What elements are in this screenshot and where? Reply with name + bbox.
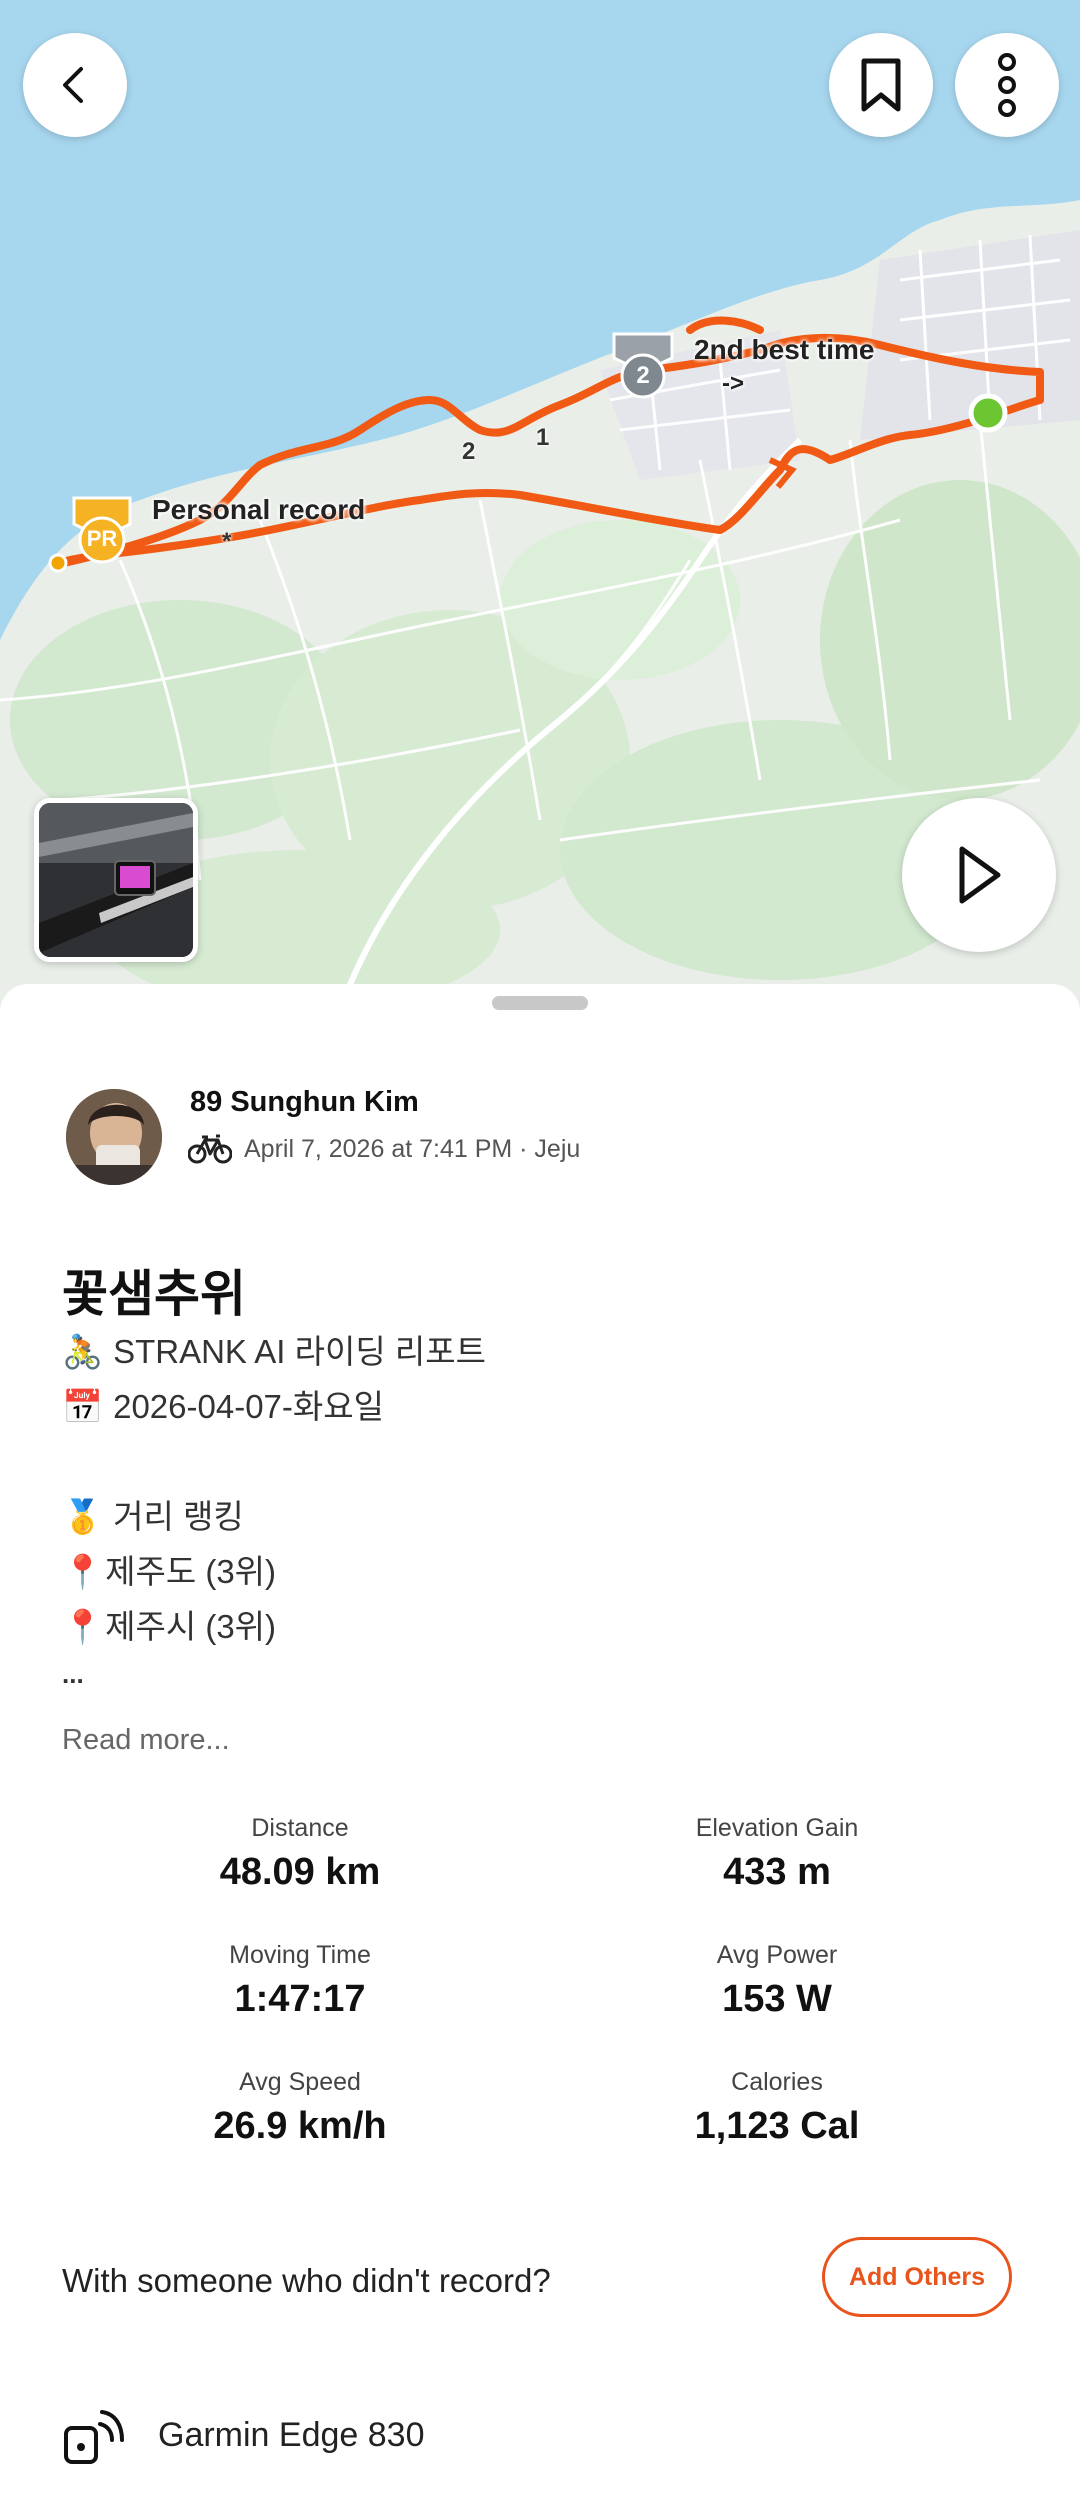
description-line: 📍 제주도 (3위) [62, 1544, 1022, 1599]
stat-label: Moving Time [229, 1941, 371, 1969]
medal-emoji-icon: 🥇 [62, 1498, 104, 1535]
second-best-badge-icon[interactable]: 2 [608, 330, 678, 402]
bicycle-icon [188, 1134, 232, 1164]
second-best-label: 2nd best time [694, 334, 875, 365]
stat-distance: Distance 48.09 km [80, 1814, 520, 1894]
bookmark-icon [861, 58, 901, 112]
activity-date-location: April 7, 2026 at 7:41 PM · Jeju [244, 1134, 581, 1163]
activity-description: 🚴 STRANK AI 라이딩 리포트 📅 2026-04-07-화요일 🥇 거리 랭… [62, 1324, 1022, 1694]
stat-value: 26.9 km/h [213, 2105, 387, 2147]
description-line: 📅 2026-04-07-화요일 [62, 1379, 1022, 1434]
stat-value: 153 W [722, 1978, 832, 2020]
read-more-link[interactable]: Read more... [62, 1724, 230, 1757]
stat-calories: Calories 1,123 Cal [557, 2068, 997, 2148]
description-blank-line [62, 1434, 1022, 1489]
stat-value: 1,123 Cal [694, 2105, 860, 2147]
device-name: Garmin Edge 830 [158, 2415, 425, 2454]
activity-detail-sheet: 89 Sunghun Kim April 7, 2026 at 7:41 PM … [0, 984, 1080, 2507]
device-signal-icon [64, 2410, 124, 2464]
stat-label: Avg Power [716, 1941, 838, 1969]
activity-photo-thumbnail[interactable] [34, 798, 198, 962]
play-icon [959, 846, 1001, 904]
stat-moving-time: Moving Time 1:47:17 [80, 1941, 520, 2021]
stat-label: Avg Speed [239, 2068, 361, 2096]
lap-marker-2: 2 [462, 438, 476, 465]
stat-avg-speed: Avg Speed 26.9 km/h [80, 2068, 520, 2148]
direction-arrow-label: -> [722, 370, 745, 397]
lap-marker-1: 1 [536, 424, 550, 451]
description-ellipsis: ... [62, 1654, 1022, 1694]
play-flyover-button[interactable] [902, 798, 1056, 952]
star-marker: * [222, 528, 232, 555]
pr-badge-text: PR [86, 526, 118, 551]
description-line: 🚴 STRANK AI 라이딩 리포트 [62, 1324, 1022, 1379]
stat-elevation-gain: Elevation Gain 433 m [557, 1814, 997, 1894]
more-vertical-icon [998, 53, 1016, 117]
avatar[interactable] [66, 1089, 162, 1185]
activity-title: 꽃샘추위 [62, 1266, 246, 1322]
bookmark-button[interactable] [829, 33, 933, 137]
back-button[interactable] [23, 33, 127, 137]
description-text: STRANK AI 라이딩 리포트 [113, 1333, 486, 1370]
pr-badge-icon[interactable]: PR [66, 494, 138, 566]
with-others-prompt: With someone who didn't record? [62, 2262, 551, 2299]
add-others-button[interactable]: Add Others [822, 2237, 1012, 2317]
stat-avg-power: Avg Power 153 W [557, 1941, 997, 2021]
description-line: 🥇 거리 랭킹 [62, 1489, 1022, 1544]
personal-record-label: Personal record [152, 494, 366, 525]
route-map[interactable]: PR Personal record * 2 1 2 2nd best time… [0, 0, 1080, 1010]
more-options-button[interactable] [955, 33, 1059, 137]
description-line: 📍 제주시 (3위) [62, 1599, 1022, 1654]
bike-rider-emoji-icon: 🚴 [62, 1333, 104, 1370]
bike-computer-photo [39, 803, 193, 957]
chevron-left-icon [63, 67, 83, 103]
stat-value: 48.09 km [219, 1851, 381, 1893]
device-row[interactable]: Garmin Edge 830 [62, 2404, 425, 2466]
stat-value: 1:47:17 [234, 1978, 366, 2020]
stat-label: Calories [731, 2068, 823, 2096]
stat-label: Elevation Gain [695, 1814, 859, 1842]
description-text: ... [62, 1658, 84, 1689]
description-text: 제주도 (3위) [105, 1553, 277, 1590]
calendar-emoji-icon: 📅 [62, 1388, 104, 1425]
pin-emoji-icon: 📍 [62, 1553, 104, 1590]
activity-meta: April 7, 2026 at 7:41 PM · Jeju [188, 1134, 580, 1164]
description-text: 2026-04-07-화요일 [113, 1388, 384, 1425]
athlete-name[interactable]: 89 Sunghun Kim [190, 1086, 419, 1119]
description-text: 거리 랭킹 [113, 1498, 244, 1535]
stat-value: 433 m [723, 1851, 831, 1893]
description-text: 제주시 (3위) [105, 1608, 277, 1645]
sheet-drag-handle[interactable] [492, 996, 588, 1010]
stat-label: Distance [251, 1814, 349, 1842]
second-best-badge-number: 2 [636, 362, 650, 389]
